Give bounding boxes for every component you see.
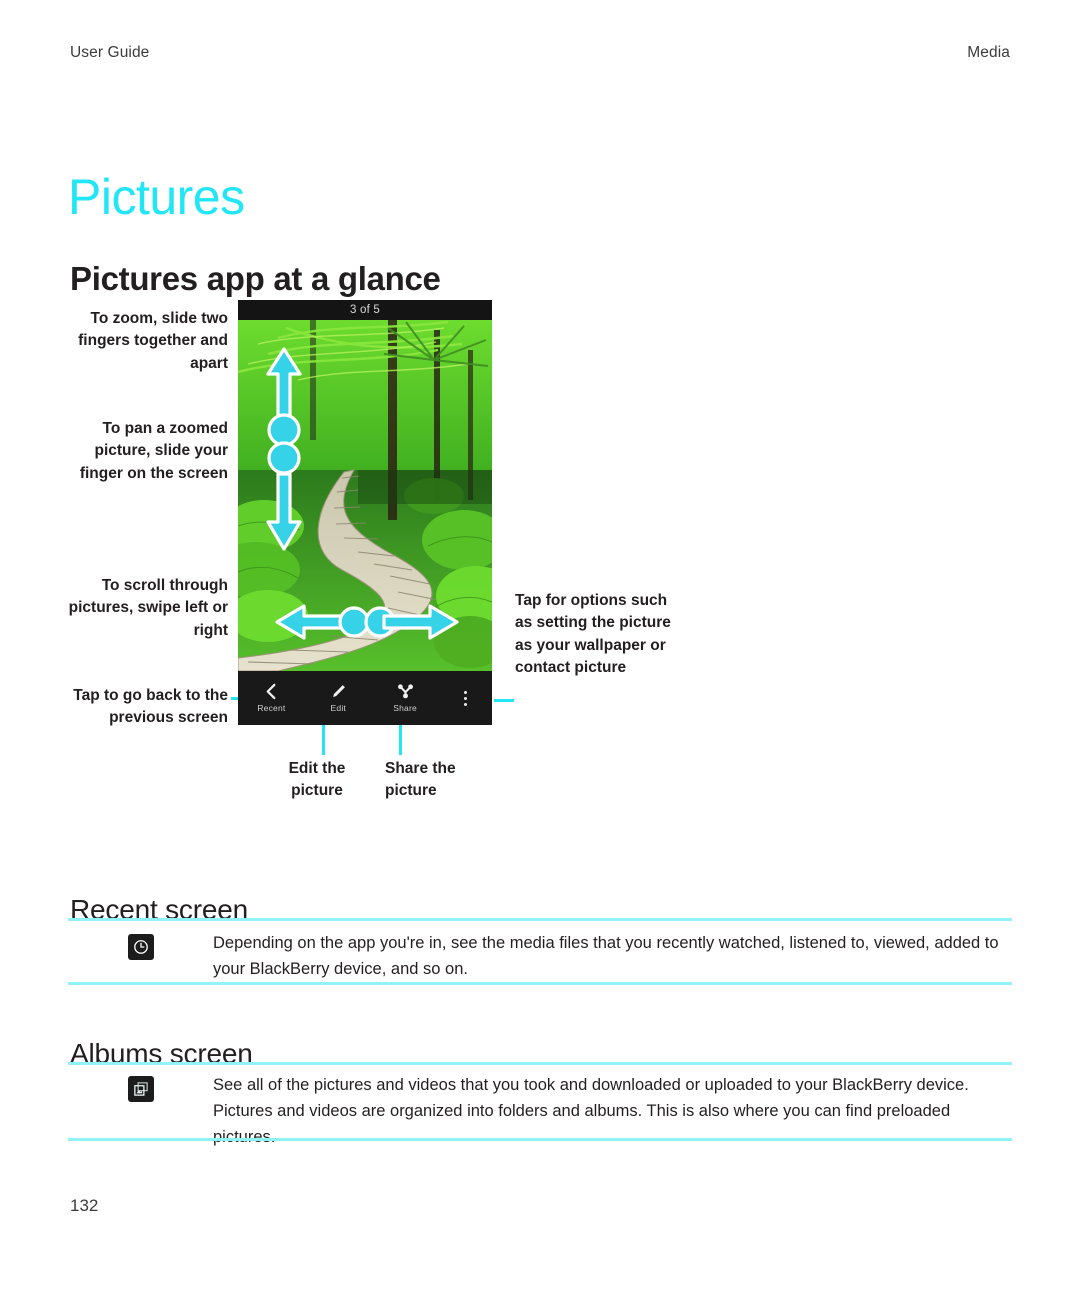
recent-icon-cell xyxy=(68,930,213,960)
page-number: 132 xyxy=(70,1196,99,1215)
share-icon xyxy=(397,683,414,700)
divider-rule xyxy=(68,918,1012,921)
chevron-left-icon xyxy=(263,683,280,700)
chapter-title: Pictures xyxy=(68,168,245,225)
share-button[interactable]: Share xyxy=(372,683,439,713)
recent-screen-title: Recent screen xyxy=(70,894,248,925)
callout-back: Tap to go back to the previous screen xyxy=(73,687,228,727)
page-running-header: User Guide Media xyxy=(70,44,1010,62)
device-screenshot: 3 of 5 Recent Edit Share xyxy=(238,300,492,725)
pictures-app-glance-figure: To zoom, slide two fingers together and … xyxy=(60,300,1020,845)
leader-line-edit xyxy=(322,725,325,755)
clock-icon xyxy=(127,934,154,960)
recent-back-button[interactable]: Recent xyxy=(238,683,305,713)
callout-pan: To pan a zoomed picture, slide your fing… xyxy=(79,420,228,482)
photo-viewer-image[interactable] xyxy=(238,320,492,671)
albums-stack-icon xyxy=(127,1076,154,1102)
albums-icon-cell xyxy=(68,1072,213,1102)
callout-options: Tap for options such as setting the pict… xyxy=(515,592,671,677)
header-left-text: User Guide xyxy=(70,44,150,61)
leader-line-options xyxy=(494,699,514,702)
edit-button[interactable]: Edit xyxy=(305,683,372,713)
edit-label: Edit xyxy=(330,703,346,713)
divider-rule xyxy=(68,1138,1012,1141)
device-action-bar: Recent Edit Share xyxy=(238,671,492,725)
callout-zoom: To zoom, slide two fingers together and … xyxy=(78,310,228,372)
header-right-text: Media xyxy=(967,44,1010,61)
callout-share: Share the picture xyxy=(385,760,456,800)
pencil-icon xyxy=(330,683,347,700)
recent-screen-entry: Depending on the app you're in, see the … xyxy=(68,930,1012,982)
overflow-dots-icon xyxy=(463,690,467,706)
leader-line-share xyxy=(399,725,402,755)
section-title: Pictures app at a glance xyxy=(70,260,441,298)
recent-screen-text: Depending on the app you're in, see the … xyxy=(213,934,999,979)
overflow-menu-button[interactable] xyxy=(439,690,492,706)
callout-scroll: To scroll through pictures, swipe left o… xyxy=(68,577,228,639)
divider-rule xyxy=(68,1062,1012,1065)
divider-rule xyxy=(68,982,1012,985)
picture-counter-bar: 3 of 5 xyxy=(238,300,492,320)
recent-back-label: Recent xyxy=(257,703,286,713)
share-label: Share xyxy=(393,703,417,713)
picture-counter-text: 3 of 5 xyxy=(350,304,380,316)
callout-edit: Edit the picture xyxy=(288,760,346,800)
albums-screen-title: Albums screen xyxy=(70,1038,253,1069)
